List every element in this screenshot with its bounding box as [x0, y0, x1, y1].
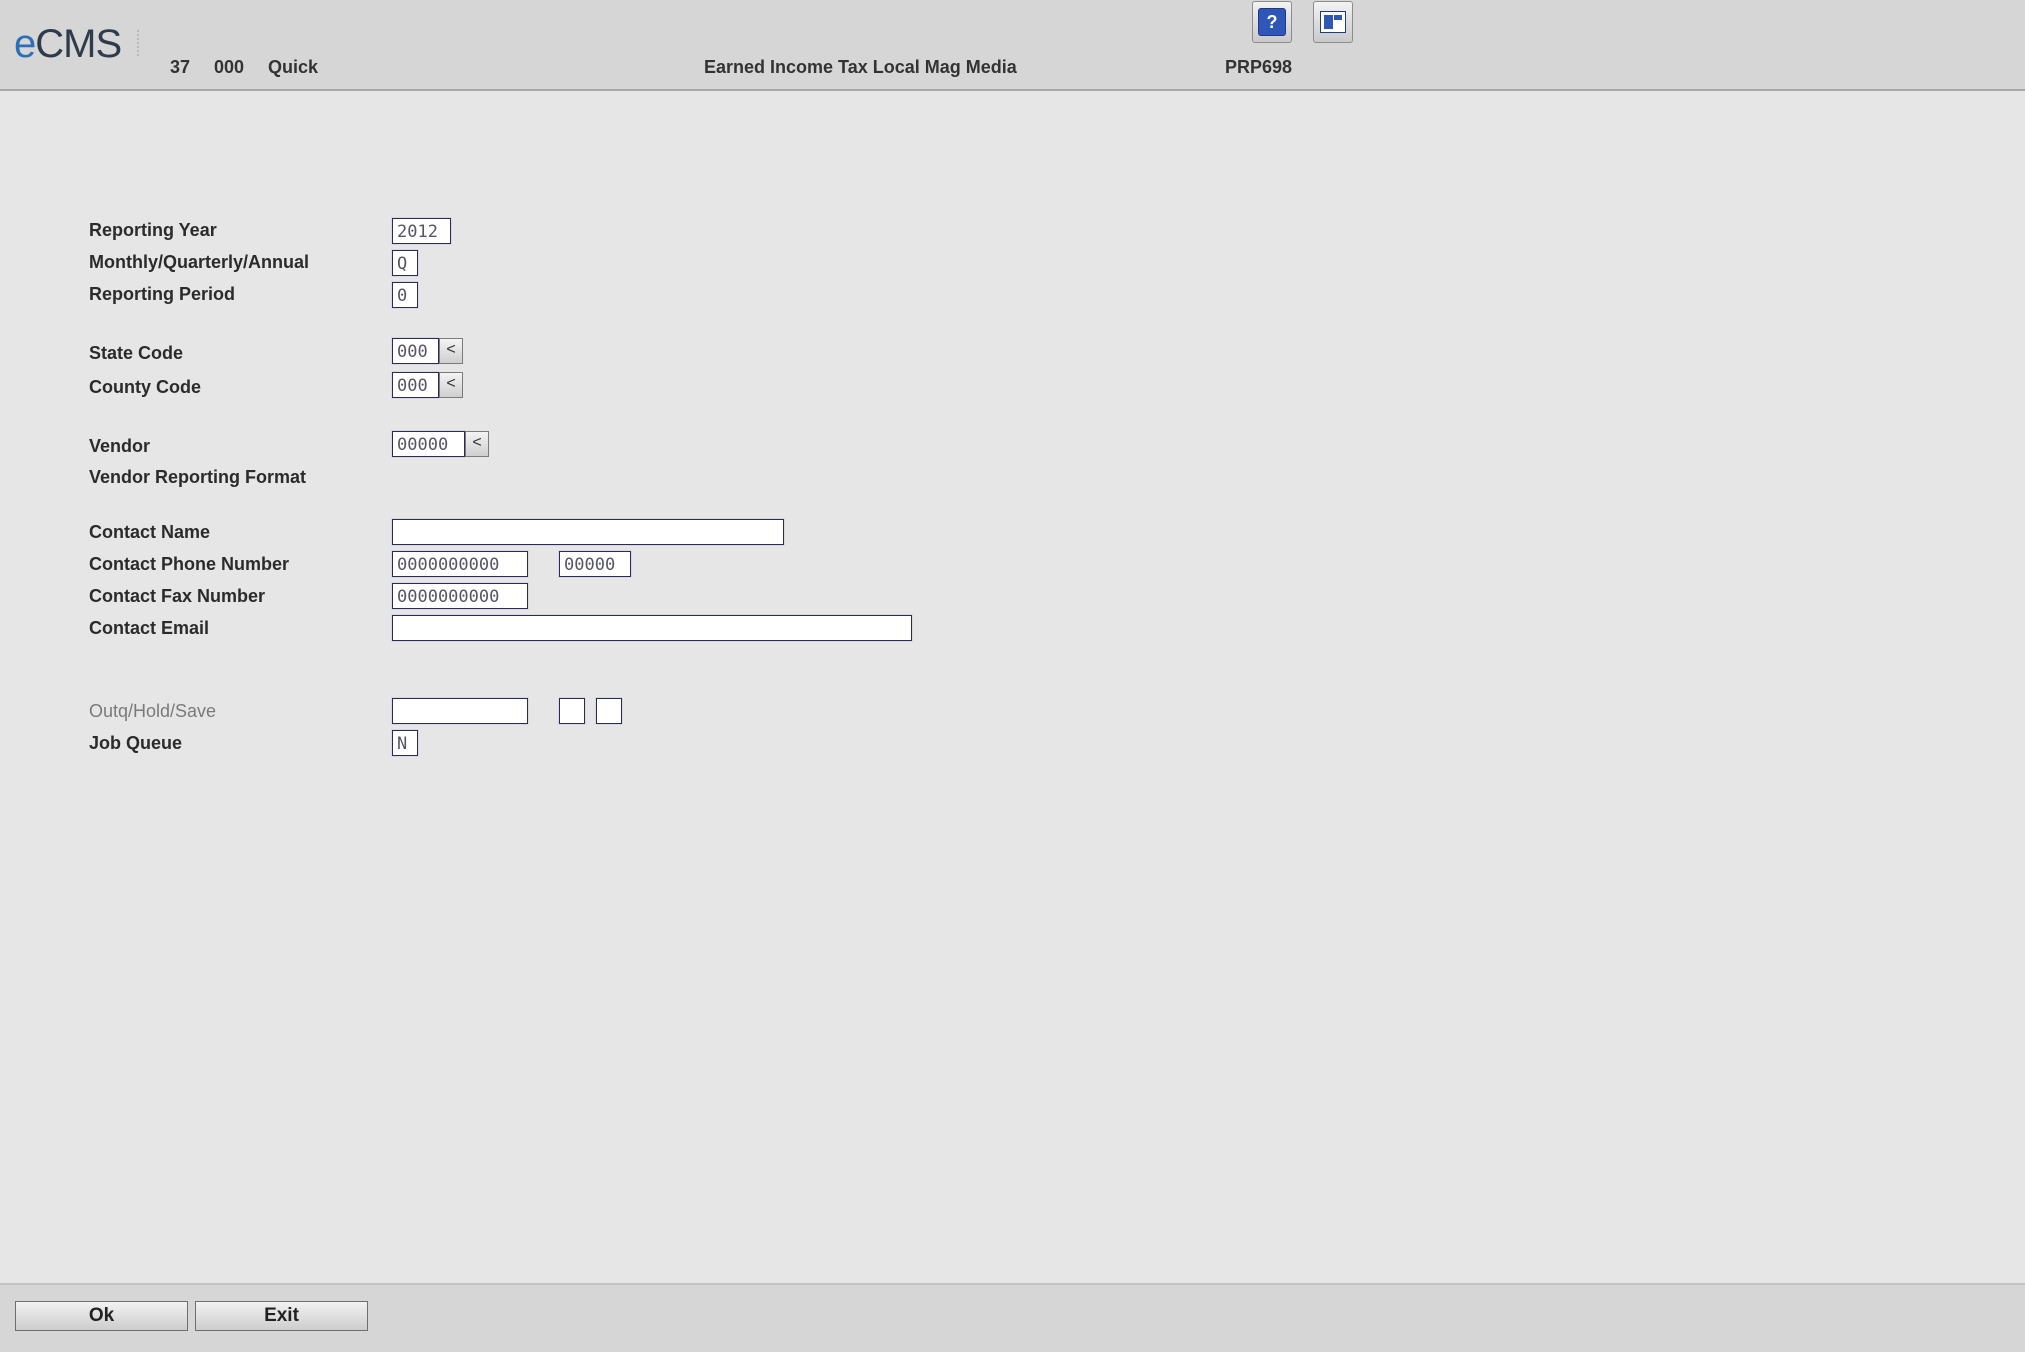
- vendor-lookup-button[interactable]: <: [465, 431, 489, 457]
- logo-separator: [137, 30, 143, 56]
- contact-phone-extension-field[interactable]: 00000: [558, 550, 632, 578]
- exit-button[interactable]: Exit: [195, 1301, 368, 1331]
- frequency-label: Monthly/Quarterly/Annual: [89, 252, 310, 272]
- program-id: PRP698: [1225, 57, 1293, 77]
- footer-bar: Ok Exit: [0, 1283, 2025, 1352]
- state-code-lookup-button[interactable]: <: [439, 338, 463, 364]
- county-code-lookup-button[interactable]: <: [439, 372, 463, 398]
- vendor-field[interactable]: 00000: [391, 430, 466, 458]
- outq-field[interactable]: [391, 697, 529, 725]
- reporting-year-label: Reporting Year: [89, 220, 217, 240]
- contact-email-label: Contact Email: [89, 618, 210, 638]
- window-icon: [1320, 11, 1346, 33]
- logo-suffix: CMS: [35, 22, 122, 66]
- contact-fax-label: Contact Fax Number: [89, 586, 266, 606]
- division-number: 000: [214, 57, 245, 77]
- contact-name-label: Contact Name: [89, 522, 211, 542]
- contact-name-field[interactable]: [391, 518, 785, 546]
- vendor-format-label: Vendor Reporting Format: [89, 467, 307, 487]
- contact-fax-field[interactable]: 0000000000: [391, 582, 529, 610]
- vendor-label: Vendor: [89, 436, 151, 456]
- reporting-year-field[interactable]: 2012: [391, 217, 452, 245]
- logo-prefix: e: [14, 22, 36, 66]
- county-code-label: County Code: [89, 377, 201, 397]
- state-code-label: State Code: [89, 343, 184, 363]
- county-code-field[interactable]: 000: [391, 371, 440, 399]
- window-button[interactable]: [1313, 1, 1353, 43]
- help-icon: ?: [1258, 8, 1286, 36]
- contact-email-field[interactable]: [391, 614, 913, 642]
- ecms-logo: eCMS: [14, 22, 122, 67]
- reporting-period-label: Reporting Period: [89, 284, 236, 304]
- hold-field[interactable]: [558, 697, 586, 725]
- help-button[interactable]: ?: [1252, 1, 1292, 43]
- mode-label: Quick: [268, 57, 319, 77]
- company-number: 37: [170, 57, 191, 77]
- ok-button[interactable]: Ok: [15, 1301, 188, 1331]
- page-title: Earned Income Tax Local Mag Media: [704, 57, 1017, 77]
- job-queue-label: Job Queue: [89, 733, 183, 753]
- contact-phone-label: Contact Phone Number: [89, 554, 290, 574]
- outq-label: Outq/Hold/Save: [89, 701, 217, 721]
- header-bar: eCMS 37 000 Quick Earned Income Tax Loca…: [0, 0, 2025, 91]
- state-code-field[interactable]: 000: [391, 337, 440, 365]
- reporting-period-field[interactable]: 0: [391, 281, 419, 309]
- contact-phone-field[interactable]: 0000000000: [391, 550, 529, 578]
- frequency-field[interactable]: Q: [391, 249, 419, 277]
- save-field[interactable]: [595, 697, 623, 725]
- job-queue-field[interactable]: N: [391, 729, 419, 757]
